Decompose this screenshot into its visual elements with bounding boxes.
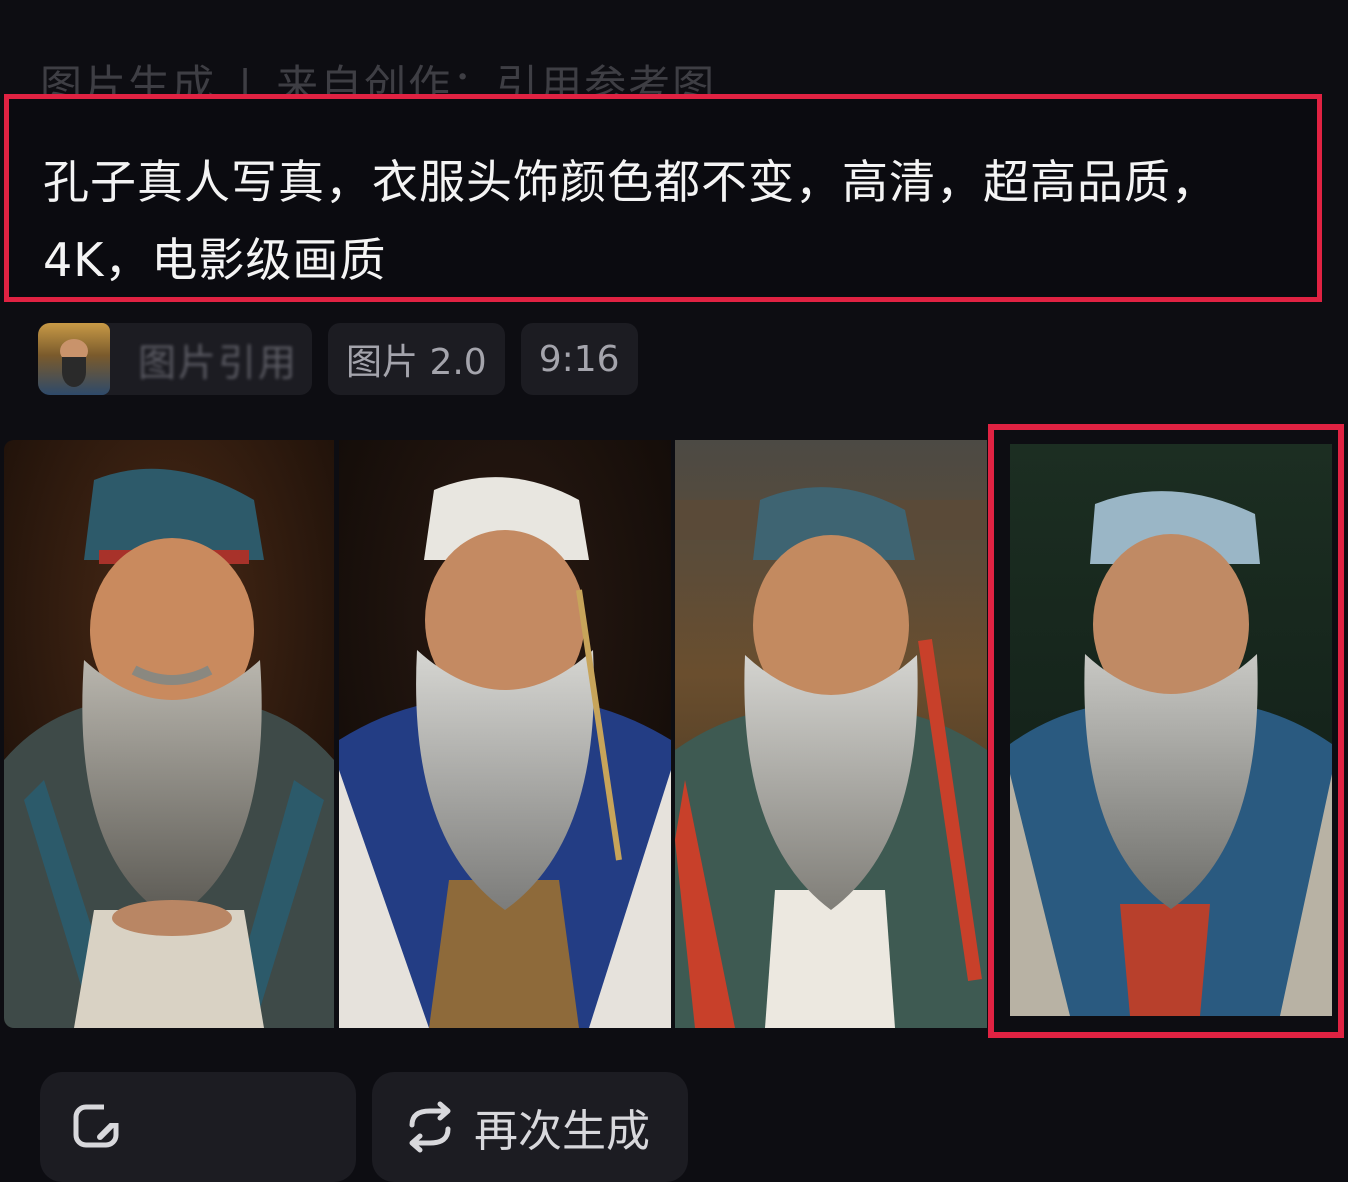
- reference-label: 图片引用: [138, 340, 299, 385]
- ratio-chip: 9:16: [520, 323, 638, 395]
- regenerate-button[interactable]: 再次生成: [372, 1072, 688, 1182]
- generated-image-1[interactable]: [4, 440, 334, 1028]
- generated-image-2[interactable]: [339, 440, 671, 1028]
- prompt-highlight-box: 孔子真人写真，衣服头饰颜色都不变，高清，超高品质，4K，电影级画质: [4, 94, 1322, 302]
- reference-image-chip[interactable]: 图片引用: [38, 323, 312, 395]
- refresh-icon: [409, 1101, 451, 1153]
- edit-icon: [73, 1103, 124, 1148]
- edit-button[interactable]: [40, 1072, 356, 1182]
- image-gallery: [0, 424, 1348, 1040]
- reference-thumbnail: [38, 323, 110, 395]
- generated-image-3[interactable]: [675, 440, 987, 1028]
- generation-meta-row: 图片引用 图片 2.0 9:16: [38, 322, 654, 396]
- generated-image-4[interactable]: [1010, 444, 1332, 1016]
- action-bar: 再次生成: [40, 1072, 704, 1182]
- model-chip: 图片 2.0: [328, 323, 505, 395]
- prompt-text: 孔子真人写真，衣服头饰颜色都不变，高清，超高品质，4K，电影级画质: [43, 155, 1218, 287]
- regenerate-label: 再次生成: [474, 1106, 650, 1157]
